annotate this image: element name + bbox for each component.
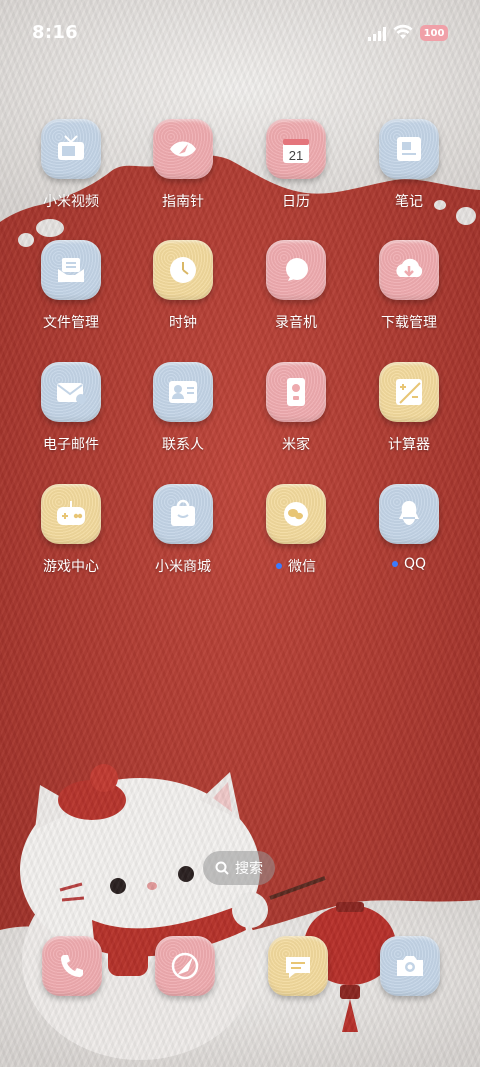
gamepad-icon <box>41 484 101 544</box>
clock-icon <box>153 240 213 300</box>
app-wechat[interactable]: 微信 <box>239 484 353 604</box>
app-label: 游戏中心 <box>14 556 128 576</box>
app-label: 微信 <box>239 556 353 576</box>
search-label: 搜索 <box>235 861 263 877</box>
app-label: 日历 <box>239 191 353 211</box>
dock-camera-button[interactable] <box>380 936 440 996</box>
calculator-icon <box>379 362 439 422</box>
app-label-text: 联系人 <box>162 437 204 453</box>
dock-messages-button[interactable] <box>268 936 328 996</box>
app-label: 计算器 <box>352 434 466 454</box>
app-clock[interactable]: 时钟 <box>126 240 240 360</box>
app-download[interactable]: 下载管理 <box>352 240 466 360</box>
app-gamepad[interactable]: 游戏中心 <box>14 484 128 604</box>
phone-icon <box>42 936 102 996</box>
app-label-text: 指南针 <box>162 194 204 210</box>
recorder-icon <box>266 240 326 300</box>
app-tv[interactable]: 小米视频 <box>14 119 128 239</box>
app-label-text: 文件管理 <box>43 315 99 331</box>
qq-icon <box>379 484 439 544</box>
app-mail[interactable]: 电子邮件 <box>14 362 128 482</box>
messages-icon <box>268 936 328 996</box>
signal-icon <box>368 26 388 45</box>
tv-icon <box>41 119 101 179</box>
app-label: QQ <box>352 556 466 572</box>
app-compass[interactable]: 指南针 <box>126 119 240 239</box>
clock-time: 8:16 <box>32 22 78 43</box>
app-label: 米家 <box>239 434 353 454</box>
app-label-text: QQ <box>403 556 427 572</box>
app-qq[interactable]: QQ <box>352 484 466 604</box>
app-label-text: 米家 <box>282 437 310 453</box>
calendar-icon: 21 <box>266 119 326 179</box>
app-label-text: 时钟 <box>169 315 197 331</box>
app-label: 笔记 <box>352 191 466 211</box>
app-label: 录音机 <box>239 312 353 332</box>
new-badge-dot <box>391 561 398 567</box>
app-mihome[interactable]: 米家 <box>239 362 353 482</box>
calendar-day: 21 <box>289 148 303 163</box>
compass-icon <box>153 119 213 179</box>
app-label: 小米视频 <box>14 191 128 211</box>
app-label-text: 笔记 <box>395 194 423 210</box>
browser-icon <box>155 936 215 996</box>
app-label-text: 小米视频 <box>43 194 99 210</box>
app-label-text: 录音机 <box>275 315 317 331</box>
app-label-text: 微信 <box>288 559 316 575</box>
app-calculator[interactable]: 计算器 <box>352 362 466 482</box>
app-label: 文件管理 <box>14 312 128 332</box>
app-label: 小米商城 <box>126 556 240 576</box>
app-label: 下载管理 <box>352 312 466 332</box>
notes-icon <box>379 119 439 179</box>
app-label-text: 电子邮件 <box>43 437 99 453</box>
dock-phone-button[interactable] <box>42 936 102 996</box>
shop-icon <box>153 484 213 544</box>
app-label-text: 计算器 <box>388 437 430 453</box>
search-icon <box>215 861 229 875</box>
app-contacts[interactable]: 联系人 <box>126 362 240 482</box>
dock-browser-button[interactable] <box>155 936 215 996</box>
app-label-text: 日历 <box>282 194 310 210</box>
wifi-icon <box>393 24 413 44</box>
app-label-text: 下载管理 <box>381 315 437 331</box>
mihome-icon <box>266 362 326 422</box>
app-recorder[interactable]: 录音机 <box>239 240 353 360</box>
contacts-icon <box>153 362 213 422</box>
app-folder[interactable]: 文件管理 <box>14 240 128 360</box>
app-shop[interactable]: 小米商城 <box>126 484 240 604</box>
status-bar: 8:16 100 <box>0 0 480 64</box>
app-calendar[interactable]: 21 日历 <box>239 119 353 239</box>
search-button[interactable]: 搜索 <box>203 851 275 885</box>
battery-icon: 100 <box>420 25 448 41</box>
app-label: 指南针 <box>126 191 240 211</box>
app-label: 电子邮件 <box>14 434 128 454</box>
app-label: 时钟 <box>126 312 240 332</box>
app-label-text: 小米商城 <box>155 559 211 575</box>
mail-icon <box>41 362 101 422</box>
new-badge-dot <box>276 563 282 569</box>
app-label-text: 游戏中心 <box>43 559 99 575</box>
app-label: 联系人 <box>126 434 240 454</box>
camera-icon <box>380 936 440 996</box>
folder-icon <box>41 240 101 300</box>
wechat-icon <box>266 484 326 544</box>
download-icon <box>379 240 439 300</box>
app-notes[interactable]: 笔记 <box>352 119 466 239</box>
